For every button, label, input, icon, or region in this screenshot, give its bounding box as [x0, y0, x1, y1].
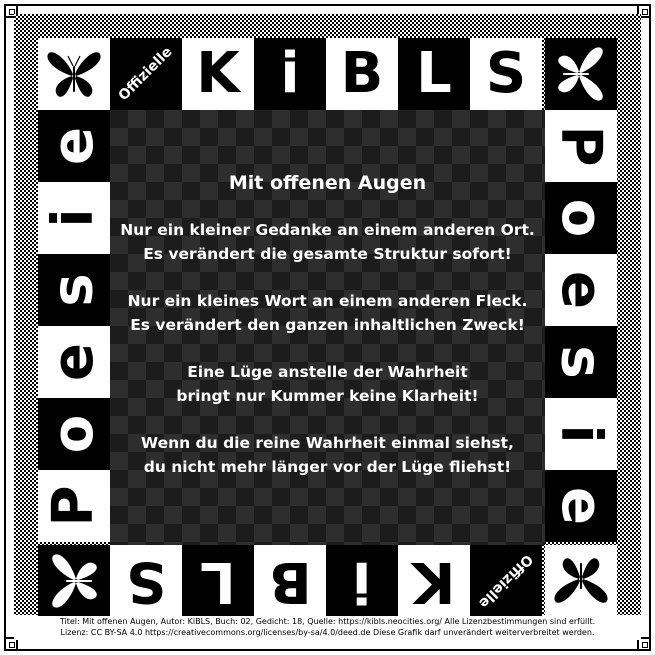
square-butterfly-bottom-left [38, 545, 110, 617]
square-top-letter-3: B [326, 38, 398, 110]
letter-k: K [412, 549, 456, 614]
footer-line-2: Lizenz: CC BY-SA 4.0 https://creativecom… [60, 628, 595, 637]
letter-l: L [200, 549, 236, 614]
stanza-4: Wenn du die reine Wahrheit einmal siehst… [110, 431, 545, 479]
poem-line: bringt nur Kummer keine Klarheit! [176, 387, 479, 405]
square-top-letter-5: S [470, 38, 542, 110]
letter-s: s [549, 345, 614, 379]
letter-i: i [40, 208, 106, 228]
poster: Offizielle K i B L S e i s e o P P o e s… [0, 0, 655, 655]
square-bottom-letter-1: S [110, 545, 182, 617]
square-top-letter-4: L [398, 38, 470, 110]
letter-s: S [485, 41, 527, 106]
poem-panel: Mit offenen Augen Nur ein kleiner Gedank… [110, 110, 545, 545]
square-bottom-letter-2: L [182, 545, 254, 617]
square-butterfly-top-right [545, 38, 617, 110]
square-left-letter-1: e [38, 110, 110, 182]
square-bottom-letter-5: K [398, 545, 470, 617]
square-butterfly-bottom-right [545, 545, 617, 617]
letter-l: L [416, 41, 452, 106]
square-bottom-letter-3: B [254, 545, 326, 617]
letter-i: i [280, 41, 300, 106]
letter-p: P [40, 485, 106, 527]
butterfly-icon [558, 47, 603, 101]
square-right-letter-3: e [545, 254, 617, 326]
poem-title: Mit offenen Augen [228, 172, 427, 194]
offizielle-tag: Offizielle [475, 550, 537, 612]
letter-e: e [40, 343, 106, 381]
stanza-3: Eine Lüge anstelle der Wahrheit bringt n… [110, 360, 545, 408]
square-right-letter-6: e [545, 470, 617, 542]
square-right-letter-1: P [545, 110, 617, 182]
square-right-letter-4: s [545, 326, 617, 398]
letter-b: B [340, 41, 384, 106]
square-left-letter-2: i [38, 182, 110, 254]
stanza-1: Nur ein kleiner Gedanke an einem anderen… [110, 218, 545, 266]
letter-o: o [40, 414, 106, 454]
butterfly-icon [52, 554, 97, 608]
letter-e: e [548, 271, 614, 309]
butterfly-icon [47, 52, 101, 97]
letter-e: e [40, 127, 106, 165]
square-bottom-letter-4: i [326, 545, 398, 617]
letter-i: i [352, 549, 372, 614]
square-tag-bottom: Offizielle [470, 545, 542, 617]
letter-e: e [548, 487, 614, 525]
poem-line: Es verändert die gesamte Struktur sofort… [143, 245, 512, 263]
letter-p: P [548, 125, 614, 167]
letter-s: S [125, 549, 167, 614]
square-left-letter-3: s [38, 254, 110, 326]
license-footer: Titel: Mit offenen Augen, Autor: KiBLS, … [14, 616, 641, 640]
footer-line-1: Titel: Mit offenen Augen, Autor: KiBLS, … [59, 617, 596, 626]
square-right-letter-2: o [545, 182, 617, 254]
poem-line: Nur ein kleines Wort an einem anderen Fl… [127, 292, 528, 310]
poem-line: Es verändert den ganzen inhaltlichen Zwe… [130, 316, 525, 334]
square-right-letter-5: i [545, 398, 617, 470]
poem-line: Nur ein kleiner Gedanke an einem anderen… [120, 221, 535, 239]
square-butterfly-top-left [38, 38, 110, 110]
letter-s: s [41, 273, 106, 307]
butterfly-icon [554, 558, 608, 603]
square-tag-top: Offizielle [110, 38, 182, 110]
square-left-letter-4: e [38, 326, 110, 398]
square-top-letter-2: i [254, 38, 326, 110]
letter-i: i [548, 424, 614, 444]
square-left-letter-5: o [38, 398, 110, 470]
poem-line: Eine Lüge anstelle der Wahrheit [187, 363, 468, 381]
stanza-2: Nur ein kleines Wort an einem anderen Fl… [110, 289, 545, 337]
poem-line: Wenn du die reine Wahrheit einmal siehst… [141, 434, 514, 452]
square-left-letter-6: P [38, 470, 110, 542]
offizielle-tag: Offizielle [115, 43, 177, 105]
letter-o: o [548, 198, 614, 238]
letter-b: B [268, 549, 312, 614]
poem: Mit offenen Augen Nur ein kleiner Gedank… [110, 172, 545, 502]
letter-k: K [196, 41, 240, 106]
poem-line: du nicht mehr länger vor der Lüge fliehs… [143, 458, 512, 476]
square-top-letter-1: K [182, 38, 254, 110]
